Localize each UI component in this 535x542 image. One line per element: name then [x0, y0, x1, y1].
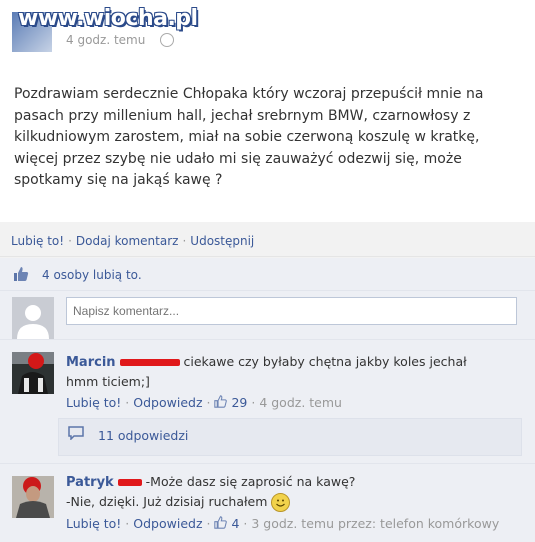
share-link[interactable]: Udostępnij [190, 234, 254, 248]
replies-count[interactable]: 11 odpowiedzi [98, 428, 188, 443]
commenter-name[interactable]: Marcin [66, 355, 116, 370]
separator: · [182, 234, 187, 248]
comment-text: ciekawe czy byłaby chętna jakby koles je… [183, 354, 467, 369]
comment-text-continued: hmm ticiem;] [66, 374, 150, 389]
post-body: Pozdrawiam serdecznie Chłopaka który wcz… [14, 86, 484, 188]
comment-like-count[interactable]: 29 [231, 395, 247, 410]
separator: · [206, 516, 211, 531]
smiley-face [276, 499, 286, 507]
comment-like-link[interactable]: Lubię to! [66, 516, 121, 531]
separator: · [251, 395, 256, 410]
thumbs-up-icon [214, 395, 228, 408]
avatar [12, 297, 54, 339]
comment-like-link[interactable]: Lubię to! [66, 395, 121, 410]
comment-reply-link[interactable]: Odpowiedz [133, 395, 202, 410]
comment-timestamp[interactable]: 4 godz. temu [259, 395, 342, 410]
add-comment-link[interactable]: Dodaj komentarz [76, 234, 179, 248]
comment-text: -Może dasz się zaprosić na kawę? [145, 474, 356, 489]
globe-icon [160, 33, 174, 47]
likes-count[interactable]: 4 osoby lubią to. [42, 268, 142, 282]
post-actions: Lubię to! · Dodaj komentarz · Udostępnij [11, 234, 254, 248]
separator: · [206, 395, 211, 410]
thumbs-up-icon [14, 267, 29, 281]
commenter-avatar[interactable] [12, 352, 54, 394]
comment-timestamp[interactable]: 3 godz. temu przez: telefon komórkowy [251, 516, 499, 531]
commenter-avatar[interactable] [12, 476, 54, 518]
separator: · [68, 234, 72, 248]
redacted-surname [119, 359, 180, 366]
separator: · [125, 395, 130, 410]
comment-content: Patryk -Może dasz się zaprosić na kawę? … [66, 472, 521, 531]
comment-like-count[interactable]: 4 [231, 516, 239, 531]
default-avatar-icon [17, 305, 49, 339]
redacted-surname [117, 479, 142, 486]
commenter-photo [12, 352, 54, 394]
speech-bubble-icon [68, 426, 84, 440]
comment-reply-link[interactable]: Odpowiedz [133, 516, 202, 531]
separator: · [243, 516, 248, 531]
like-link[interactable]: Lubię to! [11, 234, 64, 248]
separator: · [125, 516, 130, 531]
thumbs-up-icon [214, 516, 228, 529]
watermark-logo: www.wiocha.pl [18, 6, 198, 31]
commenter-photo [12, 476, 54, 518]
comment-input[interactable] [66, 297, 517, 325]
commenter-name[interactable]: Patryk [66, 475, 114, 490]
smiley-icon [271, 493, 291, 512]
comment-text-continued: -Nie, dzięki. Już dzisiaj ruchałem [66, 494, 268, 509]
post-timestamp[interactable]: 4 godz. temu [66, 33, 145, 47]
comment-content: Marcin ciekawe czy byłaby chętna jakby k… [66, 352, 521, 410]
divider [0, 256, 535, 257]
